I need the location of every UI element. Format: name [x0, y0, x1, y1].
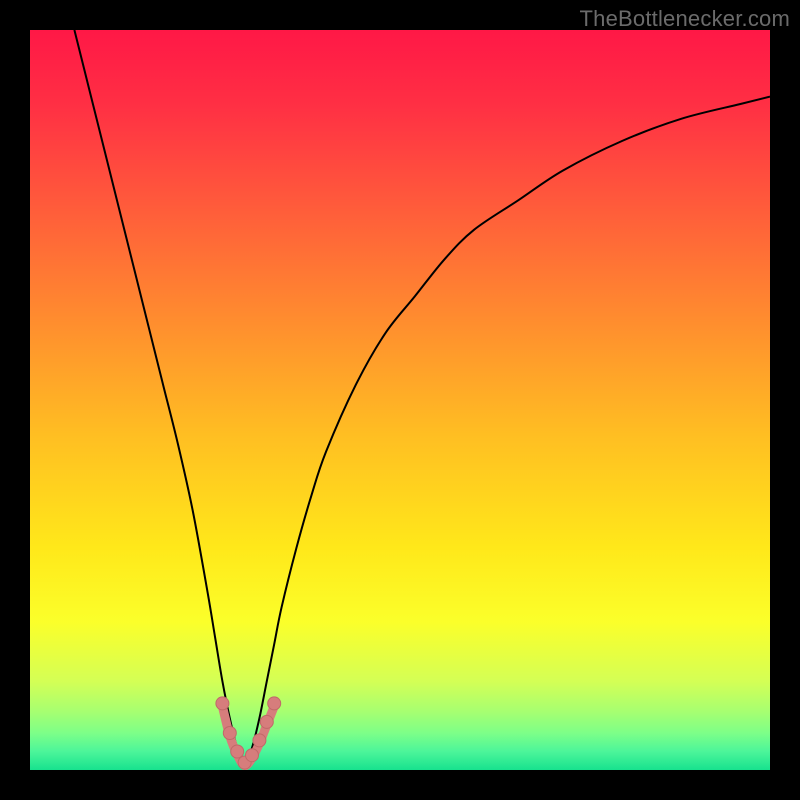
chart-svg [30, 30, 770, 770]
gradient-background [30, 30, 770, 770]
marker-dot [223, 727, 236, 740]
marker-dot [253, 734, 266, 747]
marker-dot [216, 697, 229, 710]
marker-dot [260, 715, 273, 728]
chart-stage: TheBottlenecker.com [0, 0, 800, 800]
watermark-text: TheBottlenecker.com [580, 6, 790, 32]
marker-dot [246, 749, 259, 762]
plot-area [30, 30, 770, 770]
marker-dot [268, 697, 281, 710]
marker-dot [231, 745, 244, 758]
